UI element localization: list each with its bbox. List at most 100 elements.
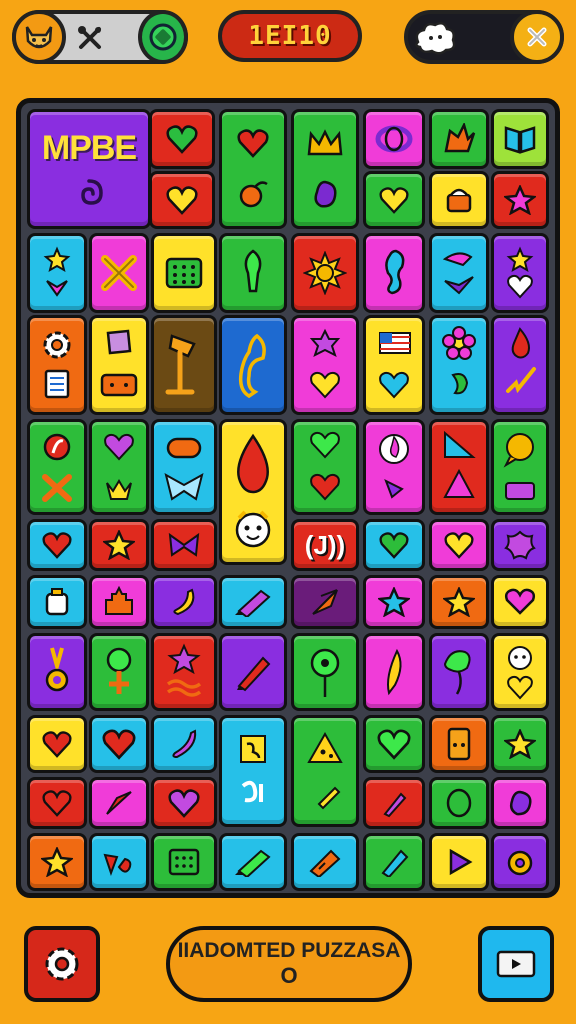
tile-flower[interactable] (291, 315, 359, 415)
tile-heart[interactable] (149, 109, 215, 169)
tile-pencil[interactable] (219, 633, 287, 711)
crossed-tools-icon[interactable] (74, 22, 106, 54)
tile-leaf[interactable] (429, 109, 489, 169)
tile-map[interactable] (219, 715, 287, 827)
tile-phone[interactable] (429, 715, 489, 773)
tile-play[interactable] (429, 833, 489, 891)
title-tile[interactable]: MPBE (27, 109, 151, 229)
center-tile-text: (J)) (304, 529, 346, 560)
bow-icon (168, 532, 200, 557)
tile-grid[interactable] (151, 233, 217, 313)
tile-ring[interactable] (363, 109, 425, 169)
tile-egg[interactable] (429, 777, 489, 829)
tile-blossom[interactable] (429, 315, 489, 415)
tile-heart[interactable] (363, 715, 425, 773)
tile-star[interactable] (89, 519, 149, 571)
tile-baby[interactable] (491, 633, 549, 711)
gear-icon (45, 947, 79, 981)
tile-medal[interactable] (27, 633, 87, 711)
tile-balloon[interactable] (291, 633, 359, 711)
crayon-icon (235, 849, 271, 877)
center-label-tile[interactable]: (J)) (291, 519, 359, 571)
tile-crayon[interactable] (219, 833, 287, 891)
tile-donut[interactable] (491, 833, 549, 891)
green-gem-icon[interactable] (138, 10, 188, 64)
tile-sun[interactable] (291, 233, 359, 313)
tile-flag[interactable] (363, 315, 425, 415)
tile-star[interactable] (491, 171, 549, 229)
tile-flame[interactable] (363, 419, 425, 515)
tile-heart[interactable] (219, 109, 287, 229)
tile-crown[interactable] (291, 109, 359, 229)
tile-heart[interactable] (363, 171, 425, 229)
tile-calendar[interactable] (151, 833, 217, 891)
tile-triangle[interactable] (429, 419, 489, 515)
pet-panel (404, 10, 564, 64)
tile-star-heart[interactable] (491, 233, 549, 313)
tile-arrow[interactable] (291, 575, 359, 629)
tile-drop-face[interactable] (219, 419, 287, 565)
tile-plant[interactable] (429, 633, 489, 711)
tile-book[interactable] (491, 109, 549, 169)
tile-feather[interactable] (363, 633, 425, 711)
tile-marker[interactable] (363, 833, 425, 891)
tile-scale[interactable] (151, 315, 217, 415)
tile-seahorse[interactable] (363, 233, 425, 313)
tile-tube[interactable] (363, 777, 425, 829)
play-button[interactable] (478, 926, 554, 1002)
tile-star[interactable] (27, 833, 87, 891)
tile-pot[interactable] (429, 171, 489, 229)
tile-bird[interactable] (429, 233, 489, 313)
tile-star[interactable] (363, 575, 425, 629)
top-bar: 1EI10 (0, 0, 576, 86)
blossom-icon (442, 326, 476, 395)
tile-heart[interactable] (429, 519, 489, 571)
cat-face-icon[interactable] (12, 10, 66, 64)
tile-jar[interactable] (27, 575, 87, 629)
tile-heart[interactable] (149, 171, 215, 229)
tile-pin[interactable] (219, 233, 287, 313)
tile-bow[interactable] (151, 419, 217, 515)
tile-gift[interactable] (89, 315, 149, 415)
heart-icon (104, 433, 134, 500)
tile-cherry[interactable] (89, 833, 149, 891)
tile-heart[interactable] (27, 777, 87, 829)
tile-flower[interactable] (491, 519, 549, 571)
tile-heart[interactable] (89, 715, 149, 773)
close-button[interactable] (510, 10, 564, 64)
tile-hearts[interactable] (291, 419, 359, 515)
tile-star[interactable] (27, 233, 87, 313)
tile-heart[interactable] (151, 777, 217, 829)
tile-star[interactable] (429, 575, 489, 629)
tile-drop[interactable] (491, 315, 549, 415)
scale-icon (165, 334, 196, 395)
tile-heart[interactable] (89, 419, 149, 515)
tile-carrot[interactable] (89, 777, 149, 829)
tile-star-wave[interactable] (151, 633, 217, 711)
tube-icon (383, 792, 407, 818)
tile-speech[interactable] (491, 575, 549, 629)
jar-icon (45, 588, 69, 616)
tile-cross[interactable] (89, 233, 149, 313)
tile-cheese[interactable] (291, 715, 359, 827)
tile-blob[interactable] (491, 777, 549, 829)
heart-icon (102, 729, 136, 760)
tile-lollipop[interactable] (89, 633, 149, 711)
tile-bow[interactable] (151, 519, 217, 571)
tile-heart[interactable] (363, 519, 425, 571)
settings-button[interactable] (24, 926, 100, 1002)
tile-crayon[interactable] (219, 575, 287, 629)
tile-banana[interactable] (151, 575, 217, 629)
tile-horse[interactable] (219, 315, 287, 415)
tile-chat[interactable] (491, 419, 549, 515)
tile-heart[interactable] (27, 715, 87, 773)
tile-star[interactable] (491, 715, 549, 773)
arrow-icon (312, 589, 338, 615)
tile-chili[interactable] (151, 715, 217, 773)
tile-castle[interactable] (89, 575, 149, 629)
tile-bottle[interactable] (291, 833, 359, 891)
tile-heart[interactable] (27, 519, 87, 571)
puzzle-name-panel[interactable]: IIADOMTED PUZZASA O (166, 926, 412, 1002)
tile-gear[interactable] (27, 315, 87, 415)
tile-shell[interactable] (27, 419, 87, 515)
